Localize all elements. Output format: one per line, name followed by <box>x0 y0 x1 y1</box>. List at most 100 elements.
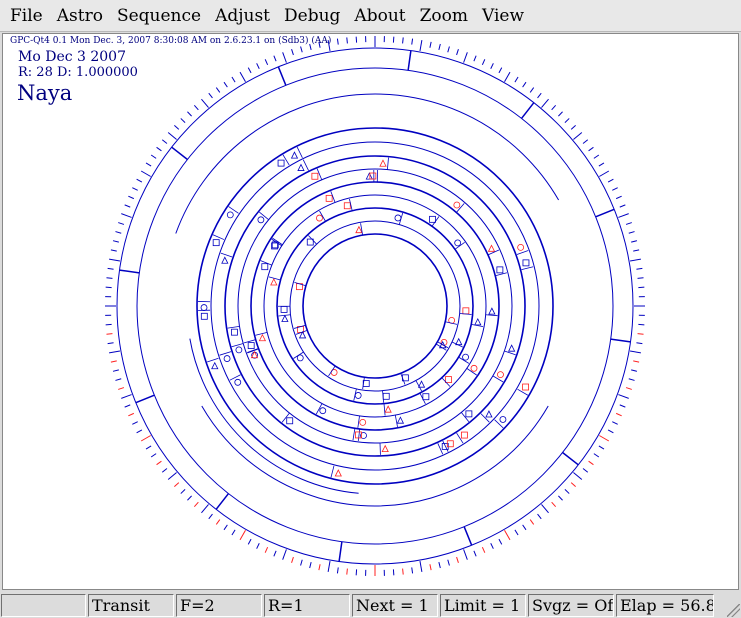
zodiac-tick <box>599 435 610 442</box>
house-cusp <box>520 102 535 119</box>
menu-adjust[interactable]: Adjust <box>208 6 277 26</box>
position-tick <box>296 146 303 158</box>
zodiac-tick <box>619 204 626 208</box>
inner-ring <box>224 155 526 457</box>
status-limit: Limit = 1 <box>440 593 526 617</box>
house-cusp <box>407 50 412 71</box>
zodiac-tick <box>636 267 643 270</box>
zodiac-tick <box>438 43 441 50</box>
zodiac-tick <box>625 222 632 225</box>
position-tick <box>357 429 361 442</box>
zodiac-tick <box>132 421 138 425</box>
zodiac-ring <box>116 47 634 565</box>
planet-glyph-icon <box>297 163 305 171</box>
zodiac-tick <box>582 139 589 144</box>
house-cusp <box>277 66 287 86</box>
planet-glyph-icon <box>429 215 436 223</box>
planet-glyph-icon <box>211 361 219 370</box>
house-cusp <box>463 526 473 546</box>
position-tick <box>352 428 356 441</box>
house-cusp <box>215 493 230 510</box>
zodiac-tick <box>208 92 213 99</box>
position-tick <box>466 368 477 376</box>
zodiac-tick <box>239 71 246 82</box>
zodiac-tick <box>447 559 450 566</box>
zodiac-tick <box>429 41 432 48</box>
zodiac-tick <box>327 560 331 572</box>
menu-debug[interactable]: Debug <box>277 6 347 26</box>
position-tick <box>357 415 360 428</box>
house-cusp <box>135 394 155 404</box>
zodiac-tick <box>300 46 303 53</box>
zodiac-tick <box>145 162 152 167</box>
zodiac-tick <box>628 231 635 234</box>
zodiac-tick <box>140 435 151 442</box>
menu-zoom[interactable]: Zoom <box>413 6 475 26</box>
zodiac-tick <box>625 387 632 390</box>
zodiac-tick <box>346 37 348 44</box>
position-tick <box>271 238 282 247</box>
planet-glyph-icon <box>445 376 452 383</box>
house-cusp <box>171 146 188 161</box>
zodiac-tick <box>112 369 119 372</box>
planet-glyph-icon <box>280 306 288 313</box>
zodiac-tick <box>570 124 576 130</box>
zodiac-tick <box>631 369 638 372</box>
zodiac-tick <box>174 482 180 488</box>
planet-glyph-icon <box>311 172 319 180</box>
planet-glyph-icon <box>365 172 373 180</box>
planet-glyph-icon <box>200 312 208 320</box>
menu-astro[interactable]: Astro <box>50 6 110 26</box>
planet-glyph-icon <box>394 214 402 222</box>
planet-glyph-icon <box>522 259 530 267</box>
zodiac-tick <box>637 277 644 279</box>
planet-glyph-icon <box>422 393 430 401</box>
size-grip-icon[interactable] <box>727 604 740 617</box>
position-tick <box>394 415 398 427</box>
zodiac-tick <box>429 564 432 571</box>
zodiac-tick <box>132 187 138 191</box>
zodiac-tick <box>588 146 594 152</box>
zodiac-tick <box>522 524 527 531</box>
zodiac-tick <box>231 76 236 83</box>
zodiac-tick <box>106 333 113 335</box>
zodiac-tick <box>599 170 610 177</box>
inner-ring <box>302 233 448 379</box>
planet-glyph-icon <box>286 417 294 425</box>
zodiac-tick <box>239 530 246 541</box>
zodiac-tick <box>618 213 629 218</box>
zodiac-tick <box>193 105 199 111</box>
zodiac-tick <box>223 81 228 88</box>
chart-date: Mo Dec 3 2007 <box>18 49 127 65</box>
status-cell-blank <box>1 593 86 617</box>
zodiac-tick <box>282 52 287 63</box>
planet-glyph-icon <box>381 444 389 453</box>
status-f: F=2 <box>176 593 262 617</box>
zodiac-tick <box>504 530 511 541</box>
planet-glyph-icon <box>465 410 473 418</box>
zodiac-tick <box>551 105 557 111</box>
planet-glyph-icon <box>226 211 234 219</box>
position-tick <box>220 252 233 258</box>
zodiac-tick <box>598 445 605 450</box>
menu-file[interactable]: File <box>3 6 50 26</box>
position-tick <box>227 325 240 329</box>
zodiac-tick <box>607 178 614 183</box>
menu-sequence[interactable]: Sequence <box>110 6 208 26</box>
zodiac-tick <box>537 513 542 520</box>
zodiac-tick <box>106 277 113 279</box>
planet-glyph-icon <box>343 202 351 210</box>
position-tick <box>268 276 281 281</box>
status-bar: Transit F=2 R=1 Next = 1 Limit = 1 Svgz … <box>0 592 741 618</box>
zodiac-tick <box>109 258 121 262</box>
zodiac-tick <box>612 187 618 191</box>
menu-about[interactable]: About <box>347 6 412 26</box>
zodiac-tick <box>514 76 519 83</box>
zodiac-tick <box>490 543 494 549</box>
astro-wheel <box>105 36 645 576</box>
zodiac-tick <box>419 560 423 572</box>
zodiac-tick <box>456 556 459 563</box>
menu-view[interactable]: View <box>475 6 531 26</box>
zodiac-tick <box>498 67 503 74</box>
chart-canvas[interactable]: GPC-Qt4 0.1 Mon Dec. 3, 2007 8:30:08 AM … <box>2 33 739 590</box>
